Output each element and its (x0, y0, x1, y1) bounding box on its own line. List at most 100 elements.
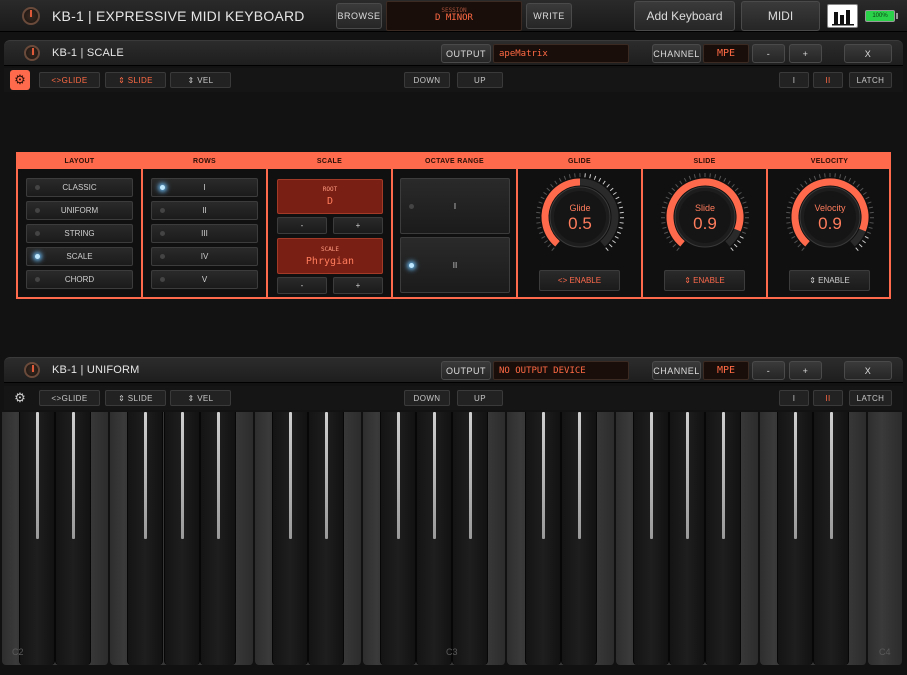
piano-keyboard[interactable]: C2 C3 C4 (0, 412, 907, 675)
white-key[interactable] (868, 412, 904, 665)
output-button[interactable]: OUTPUT (441, 361, 491, 380)
slide-knob[interactable]: Slide 0.9 (657, 172, 753, 262)
rows-option-iv[interactable]: IV (151, 247, 258, 266)
knob-tick (606, 183, 610, 188)
glide-enable-button[interactable]: <> ENABLE (539, 270, 620, 291)
black-key[interactable] (307, 412, 344, 665)
rows-option-i[interactable]: I (151, 178, 258, 197)
black-key[interactable] (813, 412, 850, 665)
midi-button[interactable]: MIDI (741, 1, 820, 31)
power-icon[interactable] (24, 45, 40, 61)
octave-label-c3: C3 (446, 647, 458, 657)
glide-toggle[interactable]: <>GLIDE (39, 390, 100, 406)
black-key[interactable] (127, 412, 164, 665)
channel-button[interactable]: CHANNEL (652, 44, 701, 63)
glide-toggle[interactable]: <>GLIDE (39, 72, 100, 88)
power-icon[interactable] (22, 7, 40, 25)
panel-title: KB-1 | UNIFORM (52, 364, 140, 376)
output-display[interactable]: apeMatrix (493, 44, 629, 63)
write-button[interactable]: WRITE (526, 3, 572, 29)
row-ii-button[interactable]: II (813, 390, 843, 406)
black-key[interactable] (380, 412, 417, 665)
rows-option-iii[interactable]: III (151, 224, 258, 243)
row-ii-button[interactable]: II (813, 72, 843, 88)
root-plus-button[interactable]: + (333, 217, 383, 234)
channel-display[interactable]: MPE (703, 44, 749, 63)
slide-toggle[interactable]: ⇕ SLIDE (105, 390, 166, 406)
battery-indicator: 100% (865, 10, 895, 22)
knob-label: Glide (569, 203, 591, 213)
power-icon[interactable] (24, 362, 40, 378)
channel-button[interactable]: CHANNEL (652, 361, 701, 380)
slide-toggle[interactable]: ⇕ SLIDE (105, 72, 166, 88)
velocity-enable-button[interactable]: ⇕ ENABLE (789, 270, 870, 291)
octave-down-button[interactable]: DOWN (404, 390, 450, 406)
led-indicator (160, 185, 165, 190)
black-key[interactable] (416, 412, 453, 665)
black-key[interactable] (560, 412, 597, 665)
row-i-button[interactable]: I (779, 390, 809, 406)
octave-up-button[interactable]: UP (457, 390, 503, 406)
channel-plus-button[interactable]: + (789, 361, 822, 380)
rows-option-v[interactable]: V (151, 270, 258, 289)
black-key[interactable] (19, 412, 56, 665)
channel-plus-button[interactable]: + (789, 44, 822, 63)
knob-tick (859, 187, 864, 192)
scale-minus-button[interactable]: - (277, 277, 327, 294)
layout-option-scale[interactable]: SCALE (26, 247, 133, 266)
black-key[interactable] (55, 412, 92, 665)
column-header: SLIDE (643, 154, 766, 169)
latch-button[interactable]: LATCH (849, 72, 892, 88)
velocity-toggle[interactable]: ⇕ VEL (170, 72, 231, 88)
root-minus-button[interactable]: - (277, 217, 327, 234)
root-display[interactable]: ROOT D (277, 179, 383, 214)
add-keyboard-button[interactable]: Add Keyboard (634, 1, 735, 31)
close-panel-button[interactable]: X (844, 44, 892, 63)
latch-button[interactable]: LATCH (849, 390, 892, 406)
black-key[interactable] (452, 412, 489, 665)
channel-minus-button[interactable]: - (752, 361, 785, 380)
scale-display[interactable]: SCALE Phrygian (277, 238, 383, 274)
gear-icon[interactable]: ⚙ (10, 388, 30, 408)
velocity-column: VELOCITY Velocity 0.9 ⇕ ENABLE (768, 154, 891, 298)
meter-button[interactable] (827, 4, 858, 28)
key-strip (397, 412, 401, 539)
rows-option-ii[interactable]: II (151, 201, 258, 220)
octave-option-i[interactable]: I (400, 178, 510, 234)
row-i-button[interactable]: I (779, 72, 809, 88)
octave-option-ii[interactable]: II (400, 237, 510, 293)
led-indicator (409, 204, 414, 209)
browse-button[interactable]: BROWSE (336, 3, 382, 29)
black-key[interactable] (632, 412, 669, 665)
octave-up-button[interactable]: UP (457, 72, 503, 88)
black-key[interactable] (199, 412, 236, 665)
session-display[interactable]: SESSION D MINOR (386, 1, 522, 31)
black-key[interactable] (668, 412, 705, 665)
output-button[interactable]: OUTPUT (441, 44, 491, 63)
layout-option-classic[interactable]: CLASSIC (26, 178, 133, 197)
knob-tick (671, 187, 676, 192)
battery-tip (896, 13, 898, 19)
layout-option-string[interactable]: STRING (26, 224, 133, 243)
slide-enable-button[interactable]: ⇕ ENABLE (664, 270, 745, 291)
black-key[interactable] (777, 412, 814, 665)
channel-display[interactable]: MPE (703, 361, 749, 380)
knob-tick (554, 180, 558, 185)
layout-option-uniform[interactable]: UNIFORM (26, 201, 133, 220)
octave-down-button[interactable]: DOWN (404, 72, 450, 88)
column-header: LAYOUT (18, 154, 141, 169)
black-key[interactable] (524, 412, 561, 665)
layout-option-chord[interactable]: CHORD (26, 270, 133, 289)
settings-grid: LAYOUT CLASSIC UNIFORM STRING SCALE CHOR… (16, 152, 891, 299)
scale-plus-button[interactable]: + (333, 277, 383, 294)
channel-minus-button[interactable]: - (752, 44, 785, 63)
velocity-toggle[interactable]: ⇕ VEL (170, 390, 231, 406)
black-key[interactable] (271, 412, 308, 665)
black-key[interactable] (705, 412, 741, 665)
glide-knob[interactable]: Glide 0.5 (532, 172, 628, 262)
output-display[interactable]: NO OUTPUT DEVICE (493, 361, 629, 380)
black-key[interactable] (163, 412, 200, 665)
close-panel-button[interactable]: X (844, 361, 892, 380)
velocity-knob[interactable]: Velocity 0.9 (782, 172, 878, 262)
gear-icon[interactable]: ⚙ (10, 70, 30, 90)
